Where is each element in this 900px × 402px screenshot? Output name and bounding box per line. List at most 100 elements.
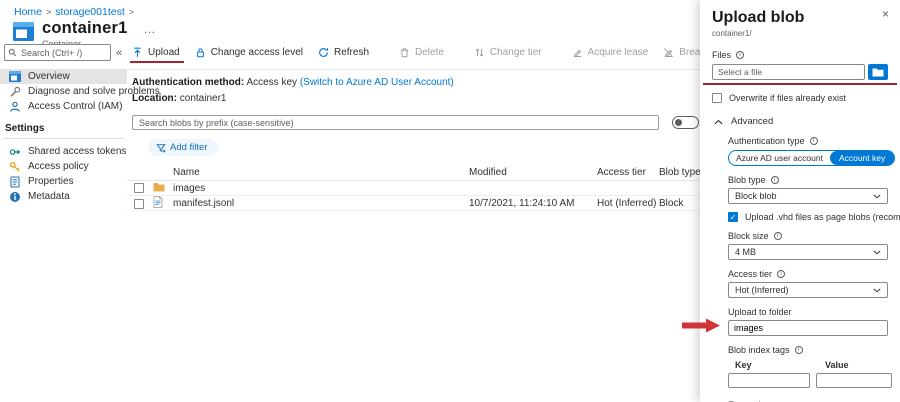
sidebar-collapse-icon[interactable]: «: [116, 47, 122, 59]
blob-modified: 10/7/2021, 11:24:10 AM: [469, 198, 597, 209]
overwrite-checkbox[interactable]: [712, 93, 722, 103]
upload-blob-panel: × Upload blob container1/ Files i Overwr…: [700, 0, 900, 402]
delete-button[interactable]: Delete: [399, 47, 444, 58]
sidebar-item-metadata[interactable]: Metadata: [0, 189, 127, 204]
sidebar-item-label: Access policy: [28, 161, 89, 172]
refresh-button[interactable]: Refresh: [318, 47, 369, 58]
toolbar-label: Upload: [148, 47, 180, 58]
trash-icon: [399, 47, 410, 58]
chevron-down-icon: [873, 250, 881, 255]
more-options-icon[interactable]: …: [143, 25, 156, 33]
add-filter-button[interactable]: Add filter: [148, 139, 218, 156]
browse-files-button[interactable]: [868, 64, 888, 80]
break-lease-button[interactable]: Break lease: [663, 47, 700, 58]
tag-key-input[interactable]: [728, 373, 810, 388]
sidebar-item-overview[interactable]: Overview: [0, 69, 127, 84]
row-checkbox[interactable]: [134, 199, 144, 209]
file-select-input[interactable]: [712, 64, 865, 80]
location-label: Location:: [132, 93, 177, 104]
toolbar-label: Delete: [415, 47, 444, 58]
upload-button[interactable]: Upload: [132, 47, 180, 58]
change-tier-button[interactable]: Change tier: [474, 47, 542, 58]
sidebar: « Overview Diagnose and solve problems A…: [0, 44, 127, 402]
info-icon: i: [810, 137, 818, 145]
toggle-knob: [675, 119, 682, 126]
files-label: Files: [712, 50, 731, 60]
tag-value-input[interactable]: [816, 373, 892, 388]
sidebar-item-properties[interactable]: Properties: [0, 174, 127, 189]
sidebar-item-access-control[interactable]: Access Control (IAM): [0, 99, 127, 114]
sidebar-item-shared-access-tokens[interactable]: Shared access tokens: [0, 144, 127, 159]
shared-tokens-icon: [9, 146, 21, 158]
overwrite-checkbox-row[interactable]: Overwrite if files already exist: [712, 93, 888, 103]
tags-key-header: Key: [735, 360, 815, 370]
overview-icon: [9, 71, 21, 82]
info-circle-icon: [9, 191, 21, 203]
breadcrumb-separator: >: [129, 7, 134, 17]
panel-path: container1/: [712, 29, 888, 38]
toolbar-label: Break lease: [679, 47, 700, 58]
block-size-label: Block size: [728, 231, 769, 241]
auth-option-account-key[interactable]: Account key: [830, 151, 894, 165]
vhd-checkbox-row[interactable]: ✓ Upload .vhd files as page blobs (recom…: [728, 212, 888, 222]
auth-info: Authentication method: Access key (Switc…: [132, 75, 700, 106]
blob-type-value: Block blob: [735, 191, 777, 201]
info-icon: i: [736, 51, 744, 59]
main-content: Upload Change access level Refresh Delet…: [127, 42, 700, 402]
breadcrumb-home-link[interactable]: Home: [14, 6, 42, 18]
col-header-name[interactable]: Name: [173, 167, 469, 178]
change-tier-icon: [474, 47, 485, 58]
show-deleted-blobs-toggle[interactable]: [672, 116, 699, 129]
auth-method-label: Authentication method:: [132, 77, 244, 88]
toolbar-divider: [127, 69, 700, 70]
sidebar-item-diagnose[interactable]: Diagnose and solve problems: [0, 84, 127, 99]
auth-type-pill-toggle[interactable]: Azure AD user account Account key: [728, 150, 895, 166]
col-header-access-tier[interactable]: Access tier: [597, 167, 659, 178]
col-header-modified[interactable]: Modified: [469, 167, 597, 178]
change-access-level-button[interactable]: Change access level: [195, 47, 303, 58]
auth-option-azure-ad[interactable]: Azure AD user account: [729, 151, 830, 165]
breadcrumb-storage-link[interactable]: storage001test: [55, 6, 124, 18]
blob-name-link[interactable]: manifest.jsonl: [173, 198, 469, 209]
table-header-row: Name Modified Access tier Blob type: [127, 165, 700, 181]
tags-value-header: Value: [825, 360, 849, 370]
info-icon: i: [771, 176, 779, 184]
table-row[interactable]: images: [127, 181, 700, 196]
search-icon: [8, 48, 17, 57]
breadcrumb: Home > storage001test >: [14, 6, 138, 18]
breadcrumb-separator: >: [46, 7, 51, 17]
info-icon: i: [777, 270, 785, 278]
key-icon: [9, 161, 21, 173]
advanced-section-toggle[interactable]: Advanced: [712, 116, 888, 127]
blob-access-tier: Hot (Inferred): [597, 198, 659, 209]
properties-icon: [9, 176, 21, 188]
access-tier-select[interactable]: Hot (Inferred): [728, 282, 888, 298]
blob-name-link[interactable]: images: [173, 183, 469, 194]
close-icon[interactable]: ×: [882, 9, 889, 19]
filter-plus-icon: [156, 143, 166, 153]
col-header-blob-type[interactable]: Blob type: [659, 167, 700, 178]
auth-type-label: Authentication type: [728, 136, 805, 146]
table-row[interactable]: manifest.jsonl 10/7/2021, 11:24:10 AM Ho…: [127, 196, 700, 211]
annotation-underline: [703, 83, 897, 85]
container-icon: [13, 22, 34, 41]
upload-to-folder-label: Upload to folder: [728, 307, 792, 317]
switch-auth-link[interactable]: (Switch to Azure AD User Account): [300, 77, 454, 88]
sidebar-divider: [3, 138, 124, 139]
diagnose-icon: [9, 86, 21, 98]
blob-type-select[interactable]: Block blob: [728, 188, 888, 204]
sidebar-item-access-policy[interactable]: Access policy: [0, 159, 127, 174]
break-lease-icon: [663, 47, 674, 58]
upload-to-folder-input[interactable]: [728, 320, 888, 336]
chevron-up-icon: [714, 119, 723, 125]
annotation-underline: [130, 61, 184, 63]
blob-prefix-search-input[interactable]: [132, 115, 659, 130]
block-size-select[interactable]: 4 MB: [728, 244, 888, 260]
blob-index-tags-label: Blob index tags: [728, 345, 790, 355]
acquire-lease-button[interactable]: Acquire lease: [572, 47, 649, 58]
vhd-checkbox[interactable]: ✓: [728, 212, 738, 222]
lock-icon: [195, 47, 206, 58]
row-checkbox[interactable]: [134, 183, 144, 193]
sidebar-search-input[interactable]: [4, 44, 111, 61]
file-icon: [153, 196, 163, 208]
